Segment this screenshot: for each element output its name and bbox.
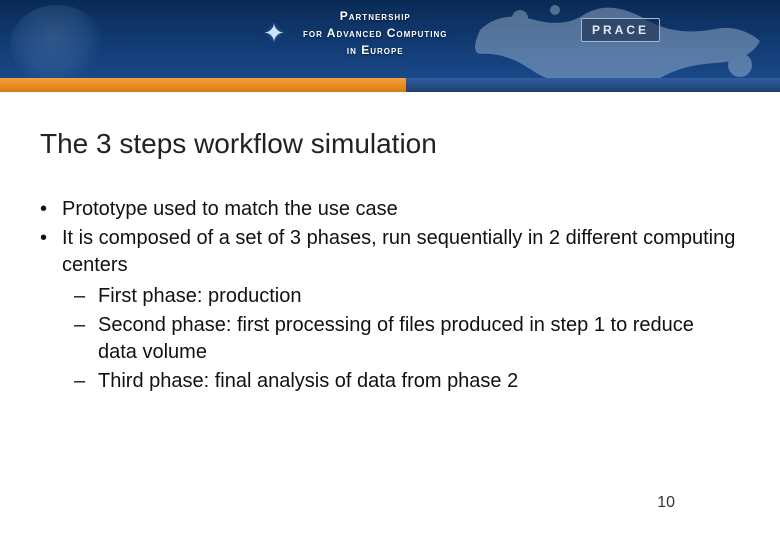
sub-bullet-item: – First phase: production [74, 283, 740, 310]
orange-ribbon [0, 78, 406, 92]
sub-bullet-list: – First phase: production – Second phase… [74, 283, 740, 395]
logo-line-1: Partnership [303, 8, 448, 25]
logo-line-2: for Advanced Computing [303, 25, 448, 42]
sub-bullet-item: – Second phase: first processing of file… [74, 312, 740, 366]
prace-logo: PRACE [581, 18, 660, 42]
europe-map-graphic [440, 0, 780, 90]
sub-bullet-item: – Third phase: final analysis of data fr… [74, 368, 740, 395]
bullet-text: It is composed of a set of 3 phases, run… [62, 225, 740, 279]
bullet-item: • It is composed of a set of 3 phases, r… [40, 225, 740, 279]
slide: ✦ Partnership for Advanced Computing in … [0, 0, 780, 540]
sub-bullet-text: Second phase: first processing of files … [98, 312, 718, 366]
dash-icon: – [74, 283, 88, 310]
bullet-dot-icon: • [40, 196, 54, 223]
sub-bullet-text: Third phase: final analysis of data from… [98, 368, 518, 395]
dash-icon: – [74, 368, 88, 395]
bullet-item: • Prototype used to match the use case [40, 196, 740, 223]
partnership-logo-text: Partnership for Advanced Computing in Eu… [303, 8, 448, 58]
page-number: 10 [657, 494, 675, 512]
bullet-dot-icon: • [40, 225, 54, 279]
partnership-logo: ✦ Partnership for Advanced Computing in … [255, 8, 448, 58]
logo-line-3: in Europe [303, 42, 448, 59]
bullet-list: • Prototype used to match the use case •… [40, 196, 740, 395]
dash-icon: – [74, 312, 88, 366]
bullet-text: Prototype used to match the use case [62, 196, 398, 223]
blue-ribbon [406, 78, 780, 92]
sub-bullet-text: First phase: production [98, 283, 301, 310]
header-face-graphic [10, 5, 105, 85]
slide-content: The 3 steps workflow simulation • Protot… [40, 128, 740, 397]
star-shield-icon: ✦ [255, 8, 293, 58]
header-band: ✦ Partnership for Advanced Computing in … [0, 0, 780, 90]
slide-title: The 3 steps workflow simulation [40, 128, 740, 160]
